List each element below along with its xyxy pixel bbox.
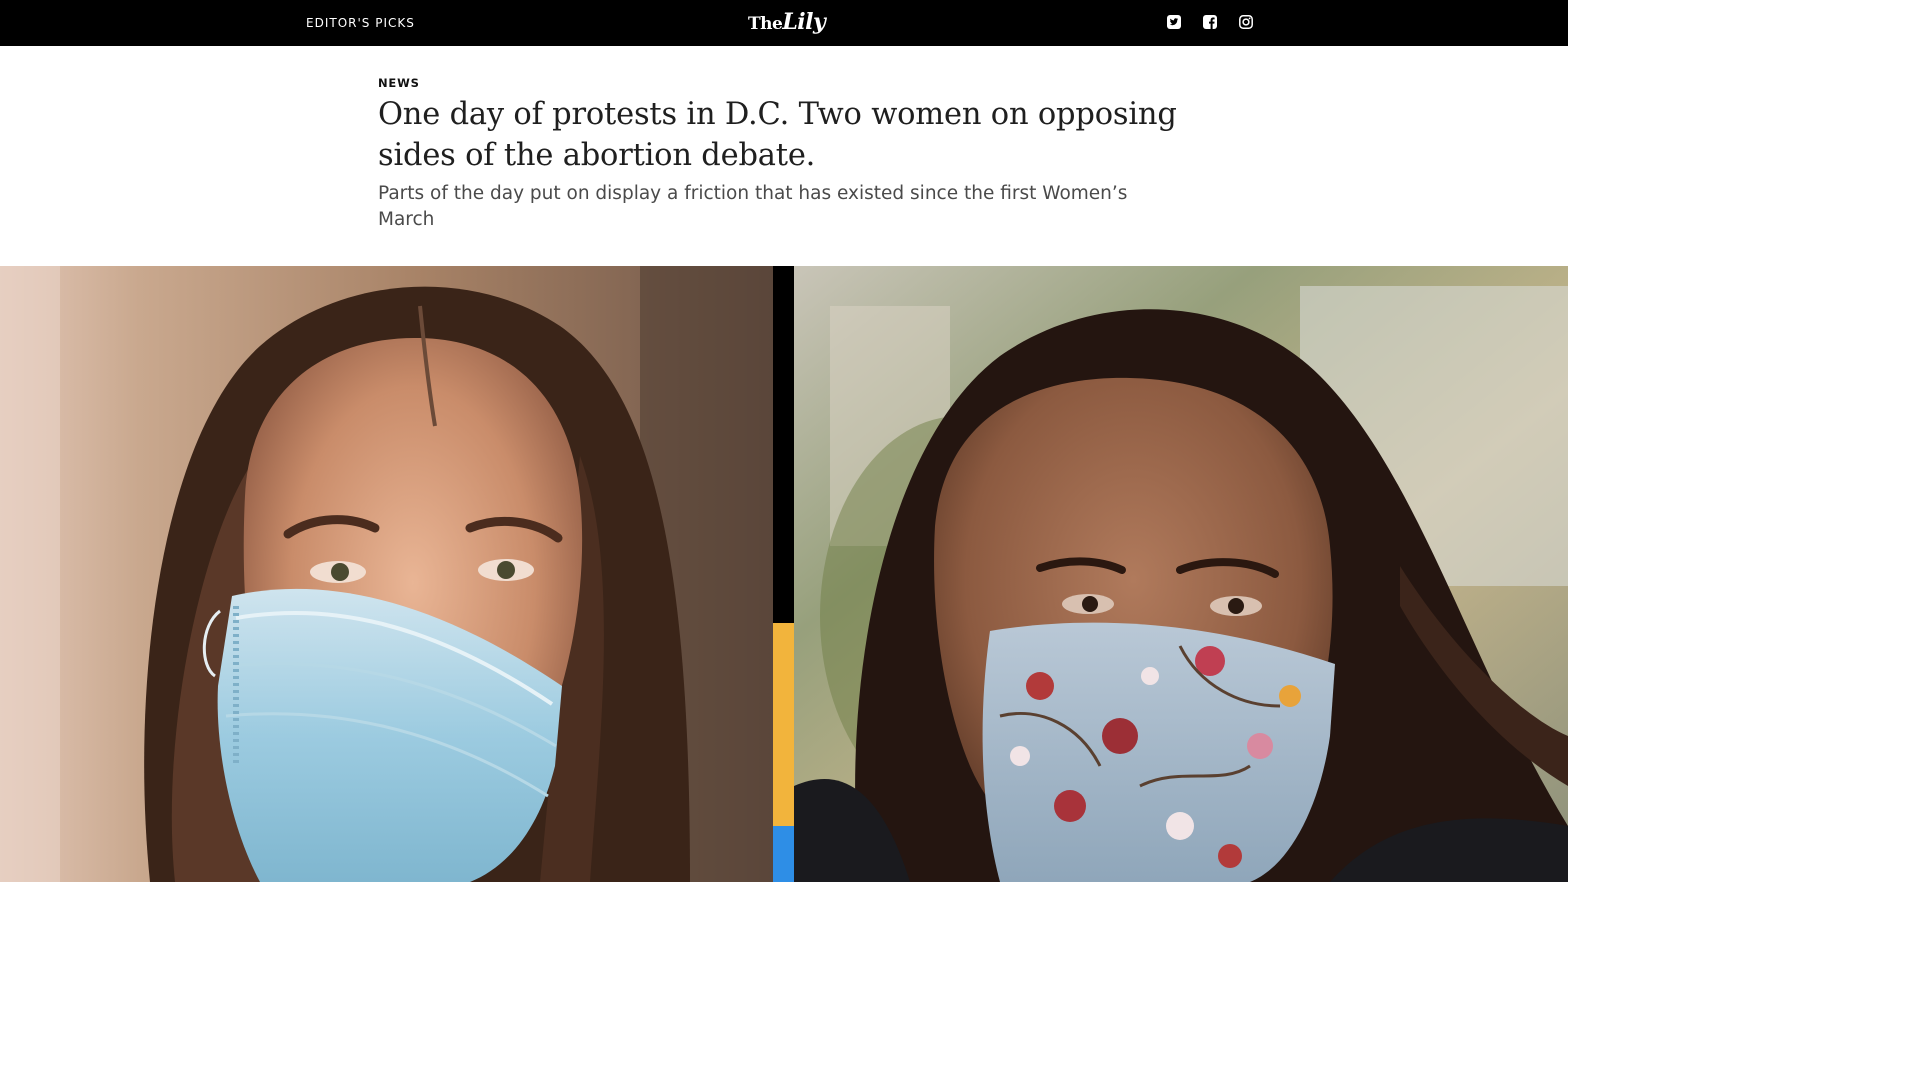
logo-the-text: The bbox=[748, 14, 783, 34]
instagram-icon[interactable] bbox=[1238, 14, 1254, 30]
twitter-icon[interactable] bbox=[1166, 14, 1182, 30]
hero-illustration bbox=[0, 266, 1568, 882]
article-headline: One day of protests in D.C. Two women on… bbox=[378, 97, 1177, 173]
top-navigation-bar: EDITOR'S PICKS TheLily bbox=[0, 0, 1568, 46]
logo-lily-text: Lily bbox=[782, 9, 826, 35]
category-label[interactable]: NEWS bbox=[378, 76, 420, 90]
color-divider bbox=[773, 266, 794, 882]
facebook-icon[interactable] bbox=[1202, 14, 1218, 30]
hero-photo-composite bbox=[0, 266, 1568, 882]
editors-picks-link[interactable]: EDITOR'S PICKS bbox=[306, 15, 415, 31]
the-lily-logo[interactable]: TheLily bbox=[748, 8, 826, 38]
left-portrait bbox=[0, 266, 773, 882]
right-portrait bbox=[794, 266, 1568, 882]
article-subheadline: Parts of the day put on display a fricti… bbox=[378, 183, 1128, 230]
